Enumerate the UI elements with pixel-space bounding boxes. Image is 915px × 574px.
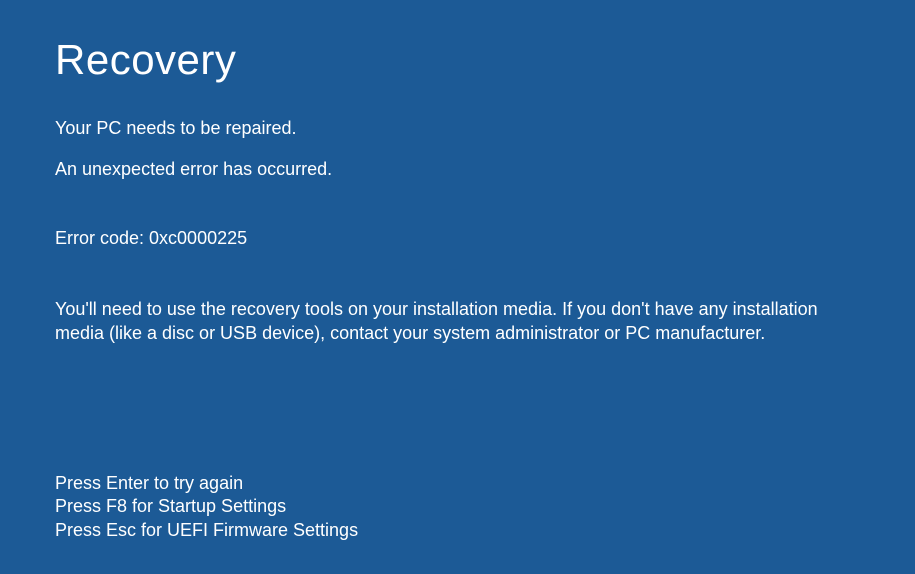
- error-message: An unexpected error has occurred.: [55, 159, 860, 180]
- keypress-esc: Press Esc for UEFI Firmware Settings: [55, 519, 358, 542]
- error-code: Error code: 0xc0000225: [55, 228, 860, 249]
- keypress-options: Press Enter to try again Press F8 for St…: [55, 472, 358, 542]
- keypress-enter: Press Enter to try again: [55, 472, 358, 495]
- recovery-instructions: You'll need to use the recovery tools on…: [55, 297, 855, 346]
- keypress-f8: Press F8 for Startup Settings: [55, 495, 358, 518]
- repair-subtitle: Your PC needs to be repaired.: [55, 118, 860, 139]
- page-title: Recovery: [55, 0, 860, 84]
